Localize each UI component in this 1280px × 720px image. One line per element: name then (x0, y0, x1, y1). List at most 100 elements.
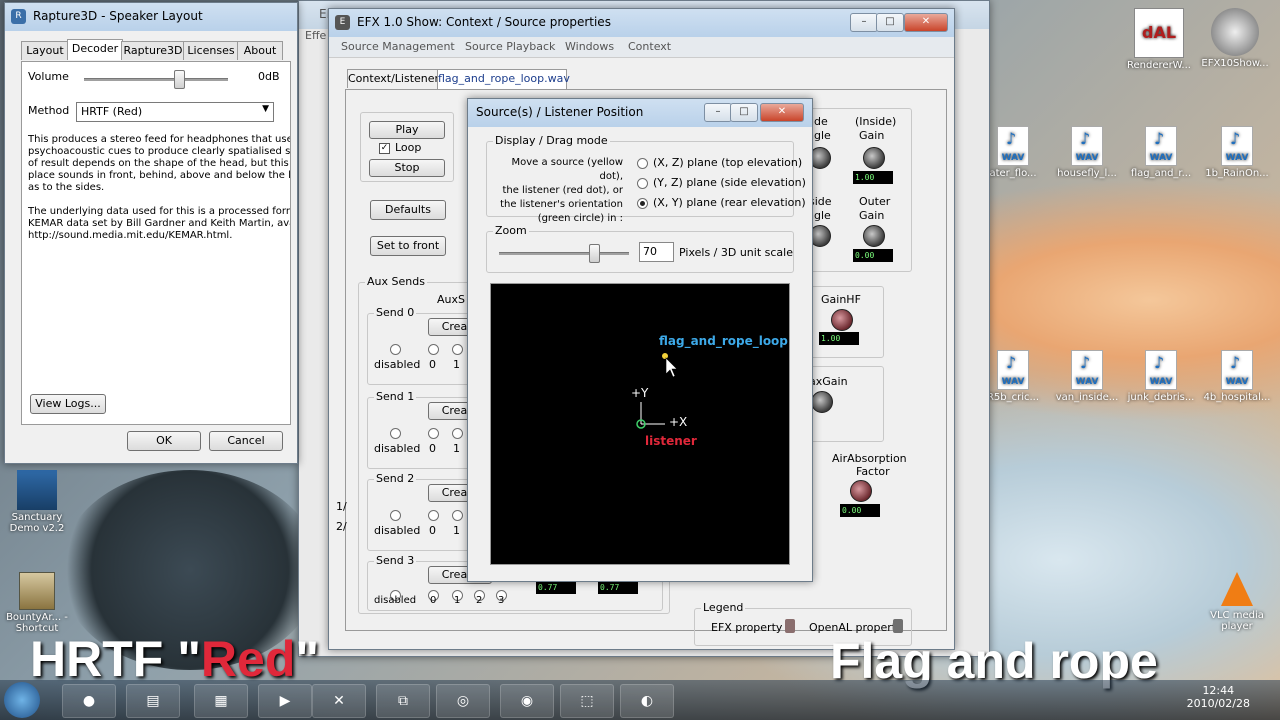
steam-icon[interactable]: ◎ (436, 684, 490, 718)
desktop-icon-vlc[interactable]: VLC media player (1202, 572, 1272, 632)
tab-source-file[interactable]: flag_and_rope_loop.wav (437, 69, 570, 90)
minimize-button[interactable]: – (850, 13, 878, 32)
inside-gain-knob[interactable] (863, 147, 885, 169)
send-radio-0[interactable] (428, 510, 439, 521)
maxgain-knob[interactable] (811, 391, 833, 413)
desktop-icon-label: Sanctuary Demo v2.2 (9, 512, 65, 534)
display-mode-title: Display / Drag mode (493, 134, 610, 147)
ok-button[interactable]: OK (127, 431, 201, 451)
send-radio-1[interactable] (452, 510, 463, 521)
gainhf-value[interactable]: 1.00 (819, 332, 859, 345)
send-label: Send 3 (374, 554, 417, 567)
desktop-icon-efx10show[interactable]: EFX10Show... (1200, 8, 1270, 69)
menu-source-management[interactable]: Source Management (341, 40, 455, 53)
menu-windows[interactable]: Windows (565, 40, 614, 53)
speaker-layout-window: R Rapture3D - Speaker Layout Layout Deco… (4, 2, 298, 464)
desktop-wav-icon[interactable]: ♪ WAV flag_and_r... (1126, 126, 1196, 179)
cancel-button[interactable]: Cancel (209, 431, 283, 451)
back-window-menu-fragment[interactable]: Effe (305, 29, 326, 42)
outer-gain-knob[interactable] (863, 225, 885, 247)
vlc-cone-icon (1221, 572, 1253, 606)
start-button[interactable] (4, 682, 40, 718)
wav-file-icon: ♪ WAV (997, 350, 1029, 390)
desktop-wav-icon[interactable]: ♪ WAV 4b_hospital... (1202, 350, 1272, 403)
description-line: The underlying data used for this is a p… (28, 206, 291, 217)
desktop-wav-icon[interactable]: ♪ WAV 1b_RainOn... (1202, 126, 1272, 179)
instruction-line: Move a source (yellow dot), (511, 157, 623, 182)
volume-slider-thumb[interactable] (174, 70, 185, 89)
position-canvas[interactable]: flag_and_rope_loop +Y +X listener (490, 283, 790, 565)
radio-num-label: 1 (453, 524, 460, 537)
zoom-value-input[interactable]: 70 (639, 242, 674, 262)
option-yz-radio[interactable] (637, 178, 648, 189)
tab-rapture3d[interactable]: Rapture3D (121, 41, 185, 60)
method-select[interactable]: HRTF (Red) ▼ (76, 102, 274, 122)
send-radio-1[interactable] (452, 344, 463, 355)
folder-icon[interactable]: ▤ (126, 684, 180, 718)
send-radio-0[interactable] (428, 344, 439, 355)
volume-slider-track[interactable] (84, 78, 228, 81)
desktop-icon-sanctuary[interactable]: Sanctuary Demo v2.2 (2, 470, 72, 534)
menu-context[interactable]: Context (628, 40, 671, 53)
send-radio-disabled[interactable] (390, 510, 401, 521)
clock[interactable]: 12:44 2010/02/28 (1187, 684, 1250, 710)
outer-gain-value[interactable]: 0.00 (853, 249, 893, 262)
outer-gain-label: Outer (859, 195, 891, 208)
efx-task-icon[interactable]: ◐ (620, 684, 674, 718)
option-xz-radio[interactable] (637, 158, 648, 169)
tab-about[interactable]: About (237, 41, 283, 60)
tab-layout[interactable]: Layout (21, 41, 69, 60)
air-absorption-knob[interactable] (850, 480, 872, 502)
send3-value-a[interactable]: 0.77 (536, 581, 576, 594)
send-radio-disabled[interactable] (390, 428, 401, 439)
play-button[interactable]: Play (369, 121, 445, 139)
desktop-wav-icon[interactable]: ♪ WAV housefly_l... (1052, 126, 1122, 179)
network-icon[interactable]: ⧉ (376, 684, 430, 718)
send-radio-disabled[interactable] (390, 344, 401, 355)
desktop-icon-label: RendererW... (1127, 60, 1191, 71)
loop-checkbox[interactable]: ✓ (379, 143, 390, 154)
media-player-icon[interactable]: ▶ (258, 684, 312, 718)
description-line: KEMAR data set by Bill Gardner and Keith… (28, 218, 291, 229)
view-logs-button[interactable]: View Logs... (30, 394, 106, 414)
desktop-wav-icon[interactable]: ♪ WAV van_inside... (1052, 350, 1122, 403)
legend-title: Legend (701, 601, 746, 614)
desktop-icon-renderer[interactable]: dAL RendererW... (1124, 8, 1194, 71)
app-icon-x[interactable]: ✕ (312, 684, 366, 718)
set-to-front-button[interactable]: Set to front (370, 236, 446, 256)
description-line: place sounds in front, behind, above and… (28, 170, 291, 181)
desktop-icon-bountyarms[interactable]: BountyAr... - Shortcut (2, 572, 72, 634)
zoom-slider-track[interactable] (499, 252, 629, 255)
renderer-app-icon: dAL (1134, 8, 1184, 58)
wav-file-icon: ♪ WAV (997, 126, 1029, 166)
zoom-slider-thumb[interactable] (589, 244, 600, 263)
tab-licenses[interactable]: Licenses (183, 41, 239, 60)
firefox-icon[interactable]: ● (62, 684, 116, 718)
defaults-button[interactable]: Defaults (370, 200, 446, 220)
close-button[interactable]: ✕ (760, 103, 804, 122)
stop-button[interactable]: Stop (369, 159, 445, 177)
send3-value-b[interactable]: 0.77 (598, 581, 638, 594)
explorer-icon[interactable]: ▦ (194, 684, 248, 718)
tool-icon[interactable]: ⬚ (560, 684, 614, 718)
maximize-button[interactable]: □ (876, 13, 904, 32)
menu-source-playback[interactable]: Source Playback (465, 40, 555, 53)
option-xy-radio[interactable] (637, 198, 648, 209)
send-radio-1[interactable] (452, 428, 463, 439)
sanctuary-task-icon[interactable]: ◉ (500, 684, 554, 718)
description-line: of result depends on the shape of the he… (28, 158, 291, 169)
inside-gain-value[interactable]: 1.00 (853, 171, 893, 184)
minimize-button[interactable]: – (704, 103, 732, 122)
listener-label: listener (645, 434, 697, 448)
desktop-icon-label: flag_and_r... (1130, 168, 1192, 179)
send-radio-0[interactable] (428, 428, 439, 439)
tab-decoder[interactable]: Decoder (67, 39, 123, 60)
maximize-button[interactable]: □ (730, 103, 758, 122)
air-absorption-label: Factor (856, 465, 890, 478)
tab-context-listener[interactable]: Context/Listener (347, 69, 439, 88)
close-button[interactable]: ✕ (904, 13, 948, 32)
method-label: Method (28, 104, 70, 117)
air-absorption-value[interactable]: 0.00 (840, 504, 880, 517)
gainhf-knob[interactable] (831, 309, 853, 331)
desktop-wav-icon[interactable]: ♪ WAV junk_debris... (1126, 350, 1196, 403)
